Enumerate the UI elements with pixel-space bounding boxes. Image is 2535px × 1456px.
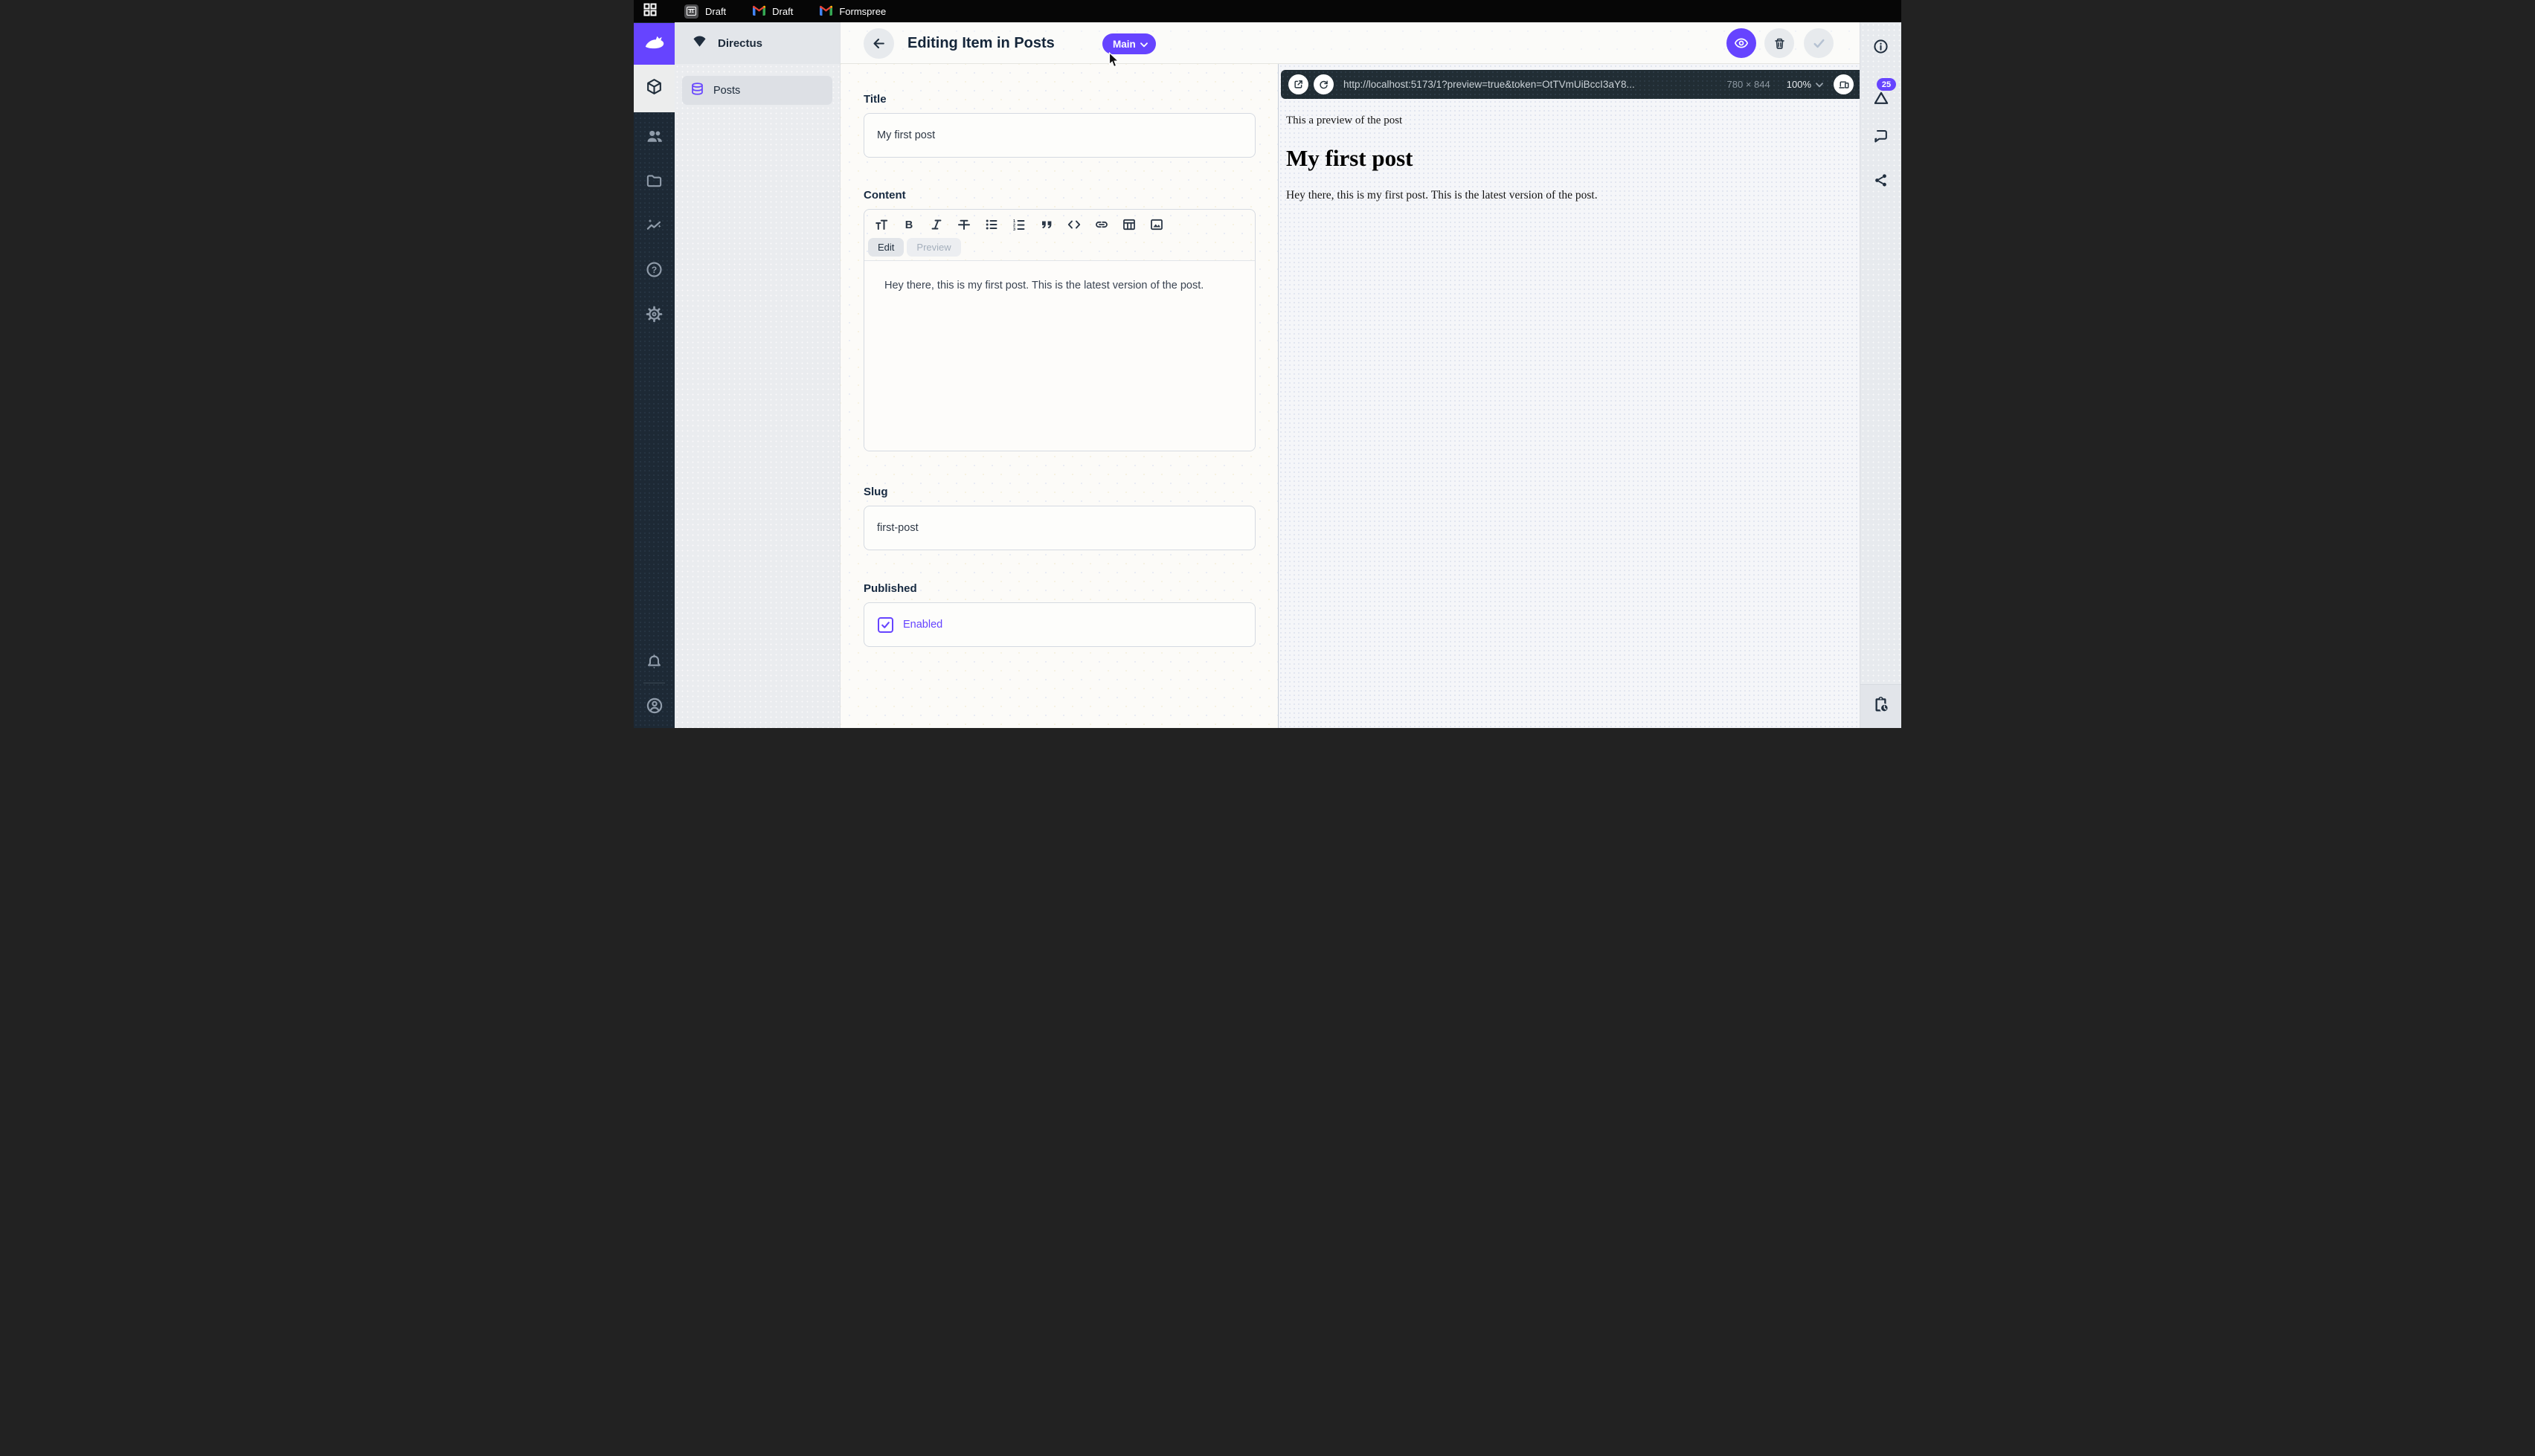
field-label: Content	[864, 188, 1256, 203]
field-slug: Slug first-post	[864, 485, 1256, 550]
directus-rabbit-logo	[642, 30, 667, 59]
devices-toggle-button[interactable]	[1834, 74, 1854, 94]
sidebar-item-posts[interactable]: Posts	[682, 76, 832, 105]
editor-tabs: Edit Preview	[864, 235, 1255, 257]
users-module-icon[interactable]	[634, 120, 675, 150]
slug-input[interactable]: first-post	[864, 506, 1256, 550]
enabled-label: Enabled	[903, 619, 942, 631]
live-preview-pane: http://localhost:5173/1?preview=true&tok…	[1278, 64, 1860, 728]
bulleted-list-icon[interactable]	[984, 217, 999, 232]
table-icon[interactable]	[1122, 217, 1137, 232]
navigation-sidebar: Directus Posts	[675, 22, 841, 728]
revisions-badge: 25	[1877, 78, 1896, 91]
italic-icon[interactable]	[929, 217, 944, 232]
trash-delete-button[interactable]	[1764, 28, 1794, 58]
strikethrough-icon[interactable]	[957, 217, 971, 232]
svg-text:?: ?	[652, 264, 657, 274]
calendar-icon: 31	[684, 4, 698, 19]
screen: 31 Draft Draft Formspree	[634, 0, 1901, 728]
blockquote-icon[interactable]	[1039, 217, 1054, 232]
help-module-icon[interactable]: ?	[634, 254, 675, 284]
gmail-icon	[753, 5, 765, 18]
chevron-down-icon	[1816, 79, 1823, 90]
chevron-down-icon	[1140, 39, 1148, 50]
module-bar: ?	[634, 22, 675, 728]
settings-module-icon[interactable]	[634, 299, 675, 329]
browser-tab-draft-1[interactable]: 31 Draft	[684, 4, 726, 19]
browser-tab-formspree[interactable]: Formspree	[820, 5, 886, 18]
fan-diamond-icon	[691, 33, 708, 54]
flow-tray-section	[1860, 684, 1901, 728]
enabled-checkbox[interactable]	[878, 617, 893, 633]
zoom-select[interactable]: 100%	[1787, 79, 1823, 90]
editor-toolbar: B 123	[864, 210, 1255, 235]
directus-logo-button[interactable]	[634, 23, 675, 65]
browser-tab-draft-2[interactable]: Draft	[753, 5, 793, 18]
link-icon[interactable]	[1094, 217, 1109, 232]
preview-dimensions: 780 × 844	[1727, 79, 1770, 90]
field-published: Published Enabled	[864, 582, 1256, 647]
field-title: Title My first post	[864, 92, 1256, 158]
page-title: Editing Item in Posts	[907, 22, 1055, 64]
sidebar-item-label: Posts	[713, 85, 740, 97]
app-grid-icon[interactable]	[643, 2, 658, 21]
module-content-active[interactable]	[634, 65, 675, 112]
workspace-name: Directus	[718, 37, 762, 50]
eye-preview-button[interactable]	[1726, 28, 1756, 58]
account-avatar-icon[interactable]	[634, 691, 675, 721]
refresh-button[interactable]	[1314, 74, 1334, 94]
field-content: Content B 123	[864, 188, 1256, 451]
insights-module-icon[interactable]	[634, 210, 675, 239]
page-header: Editing Item in Posts Main	[841, 22, 1860, 64]
files-module-icon[interactable]	[634, 165, 675, 195]
pending-actions-icon[interactable]	[1872, 696, 1889, 717]
text-size-icon[interactable]	[874, 217, 889, 232]
field-label: Title	[864, 92, 1256, 107]
main-area: Editing Item in Posts Main	[841, 22, 1860, 728]
comments-icon[interactable]	[1860, 120, 1901, 150]
content-textarea[interactable]: Hey there, this is my first post. This i…	[864, 260, 1255, 451]
gmail-icon	[820, 5, 832, 18]
info-icon[interactable]	[1860, 31, 1901, 61]
image-icon[interactable]	[1149, 217, 1164, 232]
preview-heading: My first post	[1286, 144, 1845, 173]
workspace-header[interactable]: Directus	[675, 22, 840, 64]
preview-url[interactable]: http://localhost:5173/1?preview=true&tok…	[1343, 79, 1715, 90]
svg-text:B: B	[905, 219, 913, 231]
code-icon[interactable]	[1067, 217, 1082, 232]
version-dropdown-button[interactable]: Main	[1102, 33, 1156, 54]
svg-text:3: 3	[1013, 228, 1015, 232]
preview-document: This a preview of the post My first post…	[1279, 99, 1860, 203]
tab-edit[interactable]: Edit	[868, 238, 904, 257]
numbered-list-icon[interactable]: 123	[1012, 217, 1026, 232]
tab-preview[interactable]: Preview	[907, 238, 960, 257]
preview-body: Hey there, this is my first post. This i…	[1286, 187, 1845, 203]
notifications-bell-icon[interactable]	[634, 647, 675, 677]
open-in-new-button[interactable]	[1288, 74, 1308, 94]
preview-intro: This a preview of the post	[1286, 113, 1845, 128]
check-save-button[interactable]	[1804, 28, 1834, 58]
field-label: Slug	[864, 485, 1256, 500]
item-edit-form: Title My first post Content B	[841, 64, 1278, 728]
field-label: Published	[864, 582, 1256, 596]
published-box: Enabled	[864, 602, 1256, 647]
share-icon[interactable]	[1860, 165, 1901, 195]
preview-url-bar: http://localhost:5173/1?preview=true&tok…	[1281, 70, 1860, 99]
right-sidebar: 25	[1860, 22, 1901, 728]
markdown-editor: B 123	[864, 209, 1256, 451]
title-input[interactable]: My first post	[864, 113, 1256, 158]
browser-tab-bar: 31 Draft Draft Formspree	[634, 0, 1901, 22]
database-icon	[690, 82, 704, 99]
box-module-icon	[645, 77, 664, 100]
back-button[interactable]	[864, 28, 894, 59]
bold-icon[interactable]: B	[902, 217, 916, 232]
